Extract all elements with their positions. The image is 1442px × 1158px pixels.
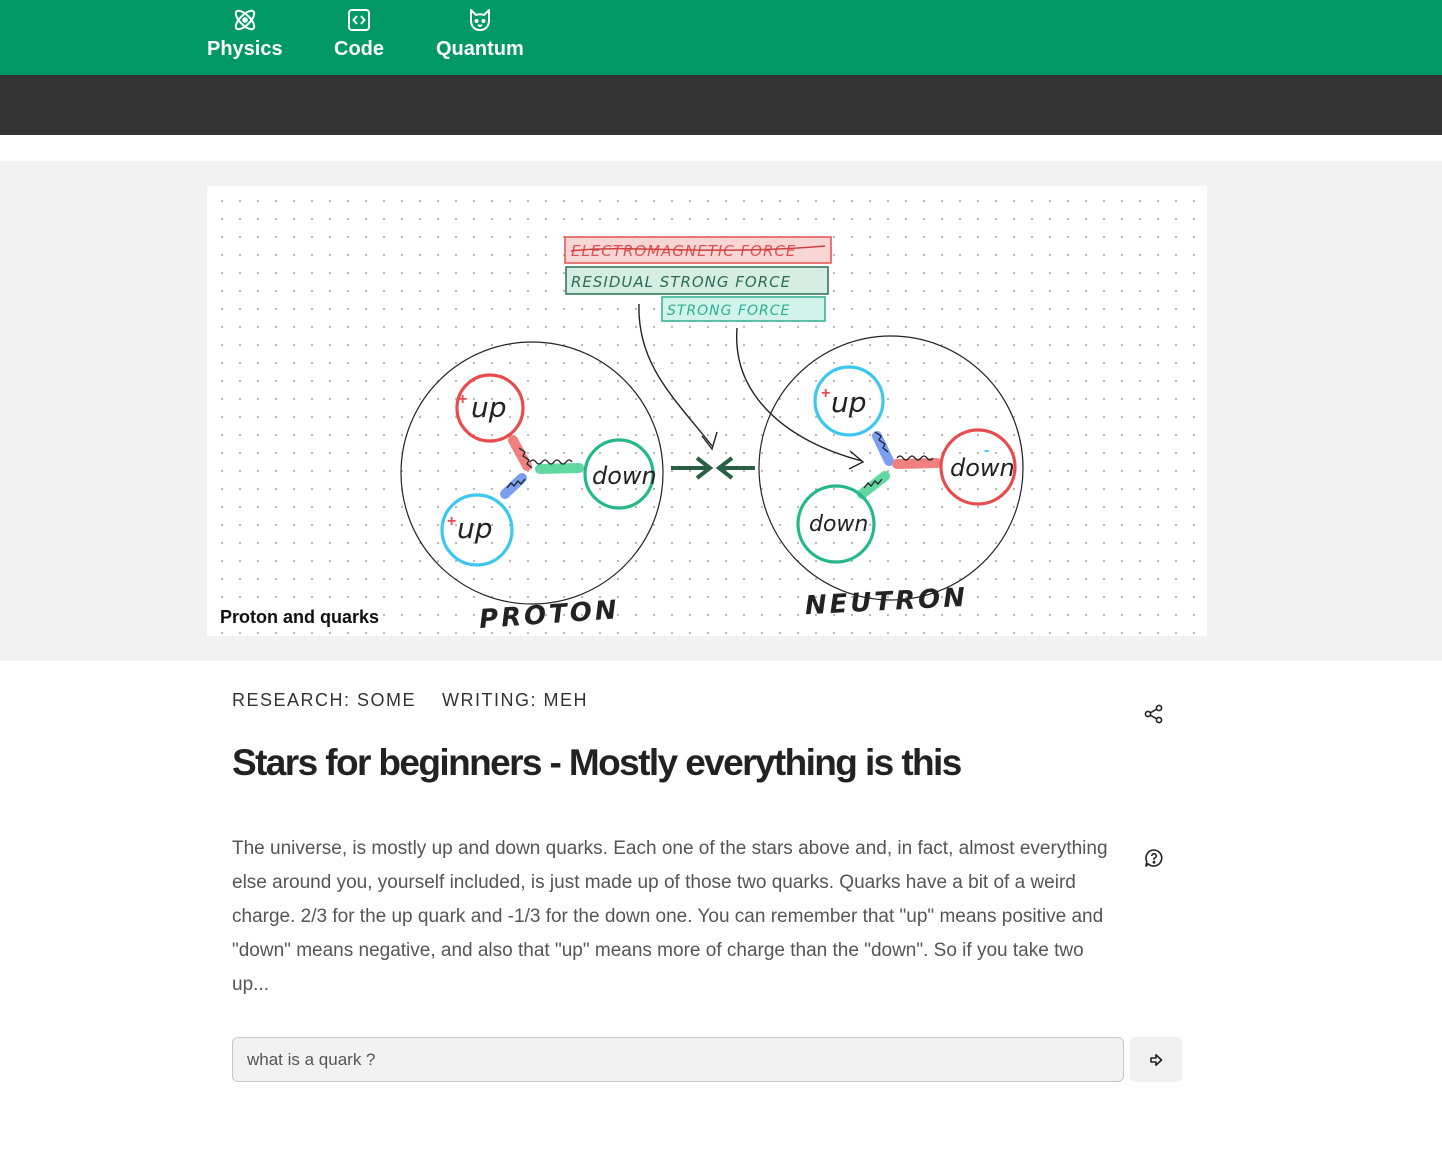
charge-plus: + xyxy=(821,385,830,402)
charge-plus: + xyxy=(447,513,456,530)
cat-icon xyxy=(469,9,490,31)
article-tags: RESEARCH: SOME WRITING: MEH xyxy=(232,690,588,711)
neutron-label: NEUTRON xyxy=(804,583,969,622)
nav-label: Physics xyxy=(207,38,283,60)
code-icon xyxy=(348,9,370,31)
diagram-drawing: ELECTROMAGNETIC FORCE RESIDUAL STRONG FO… xyxy=(400,236,1024,635)
nav-label: Code xyxy=(334,38,384,60)
atom-icon xyxy=(234,9,255,31)
proton-quark-up-2: up xyxy=(457,512,493,545)
proton-neutron-diagram: ELECTROMAGNETIC FORCE RESIDUAL STRONG FO… xyxy=(207,186,1207,636)
nav-label: Quantum xyxy=(436,38,524,60)
top-nav: Physics Code Quantum xyxy=(0,0,1442,75)
tag-writing: WRITING: MEH xyxy=(442,690,589,710)
figure-caption: Proton and quarks xyxy=(220,607,380,627)
legend-electromagnetic: ELECTROMAGNETIC FORCE xyxy=(571,242,796,260)
tag-research: RESEARCH: SOME xyxy=(232,690,417,710)
charge-plus: + xyxy=(458,391,467,408)
proton-label: PROTON xyxy=(478,595,621,635)
sub-nav-bar xyxy=(0,75,1442,135)
legend-strong: STRONG FORCE xyxy=(667,303,790,319)
nav-item-code[interactable]: Code xyxy=(334,6,384,61)
legend-residual: RESIDUAL STRONG FORCE xyxy=(571,273,791,291)
question-input[interactable] xyxy=(232,1037,1124,1082)
neutron-quark-down-2: down xyxy=(809,512,868,537)
send-button[interactable] xyxy=(1130,1037,1182,1082)
proton-quark-down: down xyxy=(592,462,657,490)
nav-item-quantum[interactable]: Quantum xyxy=(436,6,524,61)
neutron-quark-down-1: down xyxy=(950,454,1015,482)
hero-section: ELECTROMAGNETIC FORCE RESIDUAL STRONG FO… xyxy=(0,161,1442,661)
comment-question-icon[interactable] xyxy=(1143,847,1165,869)
proton-quark-up-1: up xyxy=(471,391,507,424)
nav-item-physics[interactable]: Physics xyxy=(207,6,283,61)
share-icon[interactable] xyxy=(1143,703,1165,725)
neutron-quark-up: up xyxy=(831,386,867,419)
article-body: The universe, is mostly up and down quar… xyxy=(232,838,1108,995)
article-title: Stars for beginners - Mostly everything … xyxy=(232,742,962,783)
arrow-right-icon xyxy=(1150,1053,1163,1066)
